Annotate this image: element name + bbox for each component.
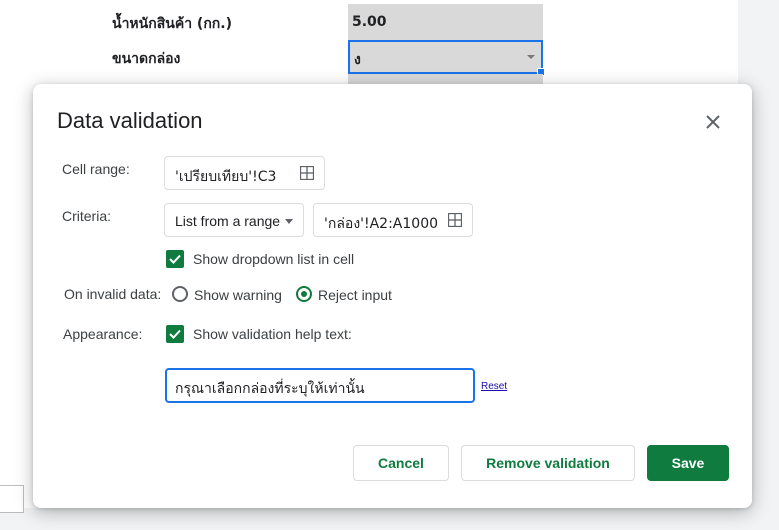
reset-link[interactable]: Reset [481,381,507,392]
weight-label: น้ำหนักสินค้า (กก.) [112,16,232,32]
help-text-value: กรุณาเลือกกล่องที่ระบุให้เท่านั้น [175,381,365,397]
chevron-down-icon [285,219,293,224]
on-invalid-label: On invalid data: [64,286,162,302]
cell-dropdown-arrow-icon[interactable] [527,55,535,59]
radio-selected-dot [301,291,307,297]
sheet-cell-below [348,74,543,84]
criteria-select[interactable]: List from a range [164,203,304,237]
show-help-text-checkbox[interactable] [166,325,184,343]
show-warning-radio[interactable] [172,286,188,302]
weight-value: 5.00 [352,14,387,30]
box-size-value: ง [354,52,361,68]
weight-cell[interactable]: 5.00 [348,4,543,40]
help-text-input[interactable]: กรุณาเลือกกล่องที่ระบุให้เท่านั้น [165,368,475,403]
criteria-label: Criteria: [62,208,112,224]
box-size-cell[interactable]: ง [348,40,545,76]
reject-input-radio[interactable] [296,286,312,302]
show-help-text-label: Show validation help text: [193,326,352,342]
add-rows-input[interactable] [0,485,24,513]
show-dropdown-checkbox[interactable] [166,250,184,268]
remove-validation-button[interactable]: Remove validation [461,445,635,481]
cancel-button[interactable]: Cancel [353,445,449,481]
cell-range-label: Cell range: [62,161,130,177]
dialog-title: Data validation [57,108,203,133]
checkmark-icon [169,254,181,264]
checkmark-icon [169,329,181,339]
data-validation-dialog: Data validation Cell range: 'เปรียบเทียบ… [33,84,752,508]
save-button[interactable]: Save [647,445,729,481]
criteria-range-value: 'กล่อง'!A2:A1000 [324,216,439,232]
criteria-selected: List from a range [175,213,281,229]
cell-range-value: 'เปรียบเทียบ'!C3 [175,169,277,185]
reject-input-label: Reject input [318,287,392,303]
close-icon[interactable] [701,110,725,134]
sheet-gutter-bottom [0,508,779,530]
cell-range-input[interactable]: 'เปรียบเทียบ'!C3 [164,156,325,190]
criteria-range-input[interactable]: 'กล่อง'!A2:A1000 [313,203,473,237]
grid-icon[interactable] [448,213,462,227]
grid-icon[interactable] [300,166,314,180]
box-size-label: ขนาดกล่อง [112,51,181,67]
show-warning-label: Show warning [194,287,282,303]
show-dropdown-label: Show dropdown list in cell [193,251,355,267]
appearance-label: Appearance: [63,326,143,342]
